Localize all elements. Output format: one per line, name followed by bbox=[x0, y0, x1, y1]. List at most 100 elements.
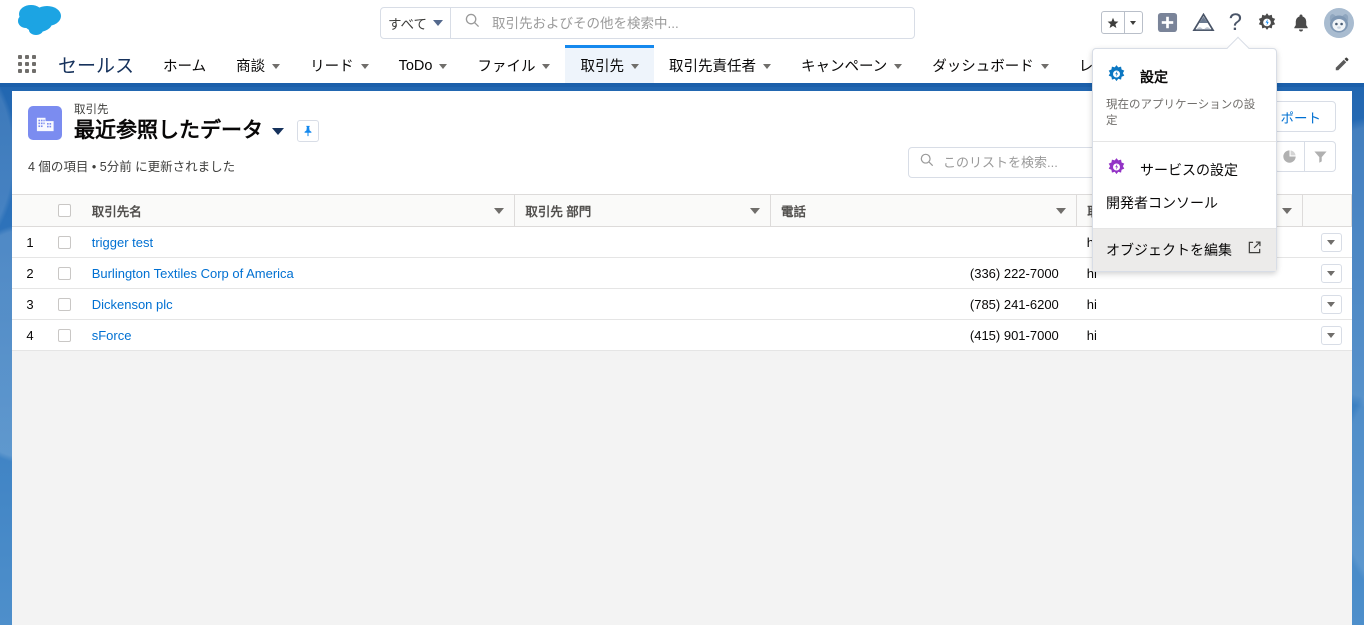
chevron-down-icon[interactable] bbox=[1056, 207, 1067, 214]
chevron-down-icon bbox=[1327, 270, 1335, 276]
row-checkbox[interactable] bbox=[57, 235, 71, 249]
nav-item-8[interactable]: ダッシュボード bbox=[917, 45, 1064, 83]
col-account-dept[interactable]: 取引先 部門 bbox=[514, 194, 771, 227]
menu-item-setup[interactable]: 設定 bbox=[1093, 59, 1276, 95]
search-scope-select[interactable]: すべて bbox=[381, 8, 451, 38]
search-input-wrap[interactable] bbox=[451, 8, 914, 38]
nav-item-3[interactable]: ToDo bbox=[384, 45, 463, 83]
object-label: 取引先 bbox=[74, 104, 109, 116]
pin-icon[interactable] bbox=[297, 120, 319, 142]
global-search[interactable]: すべて bbox=[380, 7, 915, 39]
chevron-down-icon[interactable] bbox=[1282, 207, 1293, 214]
cell-row-actions bbox=[1302, 257, 1352, 289]
waffle-grid-icon bbox=[18, 55, 36, 73]
menu-item-setup-sublabel: 現在のアプリケーションの設定 bbox=[1106, 99, 1256, 127]
select-all-checkbox[interactable] bbox=[57, 204, 71, 217]
plus-square-icon[interactable] bbox=[1157, 12, 1178, 33]
nav-item-4[interactable]: ファイル bbox=[462, 45, 565, 83]
chevron-down-icon[interactable] bbox=[894, 64, 903, 69]
pencil-icon[interactable] bbox=[1334, 45, 1350, 83]
col-phone[interactable]: 電話 bbox=[770, 194, 1078, 227]
app-name[interactable]: セールス bbox=[54, 45, 148, 83]
col-account-name-label: 取引先名 bbox=[91, 205, 142, 219]
star-icon[interactable] bbox=[1102, 12, 1125, 33]
cell-row-actions bbox=[1302, 319, 1352, 351]
mountain-icon[interactable] bbox=[1192, 12, 1215, 33]
col-rownum bbox=[12, 194, 48, 227]
gear-icon[interactable] bbox=[1256, 12, 1278, 34]
col-account-dept-label: 取引先 部門 bbox=[525, 205, 592, 219]
nav-item-label: キャンペーン bbox=[800, 59, 888, 75]
nav-item-1[interactable]: 商談 bbox=[221, 45, 295, 83]
menu-item-developer-console[interactable]: 開発者コンソール bbox=[1093, 188, 1276, 218]
row-actions-button[interactable] bbox=[1320, 263, 1342, 283]
cell-account-dept bbox=[514, 288, 771, 320]
account-name-link[interactable]: sForce bbox=[92, 328, 132, 343]
row-number: 2 bbox=[12, 257, 48, 289]
menu-section-primary: 設定 現在のアプリケーションの設定 bbox=[1093, 49, 1276, 141]
chevron-down-icon[interactable] bbox=[360, 64, 369, 69]
cell-row-actions bbox=[1302, 288, 1352, 320]
chart-pie-icon[interactable] bbox=[1274, 141, 1305, 172]
cell-phone: (785) 241-6200 bbox=[770, 288, 1077, 320]
chevron-down-icon[interactable] bbox=[542, 64, 551, 69]
cell-account-name: Dickenson plc bbox=[81, 288, 515, 320]
chevron-down-icon[interactable] bbox=[439, 64, 448, 69]
nav-item-label: ToDo bbox=[398, 57, 433, 74]
favorites-chevron-down-icon[interactable] bbox=[1125, 12, 1142, 33]
chevron-down-icon[interactable] bbox=[762, 64, 771, 69]
question-mark-icon[interactable]: ? bbox=[1229, 10, 1242, 35]
chevron-down-icon bbox=[433, 20, 443, 26]
chevron-down-icon[interactable] bbox=[494, 207, 505, 214]
menu-item-service-setup-label: サービスの設定 bbox=[1140, 162, 1238, 178]
account-name-link[interactable]: Burlington Textiles Corp of America bbox=[92, 266, 294, 281]
cell-row-actions bbox=[1302, 226, 1352, 258]
salesforce-cloud-logo[interactable] bbox=[16, 3, 66, 42]
col-account-name[interactable]: 取引先名 bbox=[81, 194, 516, 227]
chevron-down-icon[interactable] bbox=[272, 64, 281, 69]
cell-owner: hi bbox=[1076, 288, 1303, 320]
nav-item-5[interactable]: 取引先 bbox=[565, 45, 654, 83]
chevron-down-icon[interactable] bbox=[1040, 64, 1049, 69]
row-checkbox[interactable] bbox=[57, 297, 71, 311]
account-name-link[interactable]: trigger test bbox=[92, 235, 153, 250]
nav-item-7[interactable]: キャンペーン bbox=[786, 45, 917, 83]
table-row: 4 sForce (415) 901-7000 hi bbox=[12, 319, 1352, 351]
chevron-down-icon[interactable] bbox=[630, 64, 639, 69]
nav-item-0[interactable]: ホーム bbox=[148, 45, 221, 83]
page-title: 最近参照したデータ bbox=[74, 119, 263, 142]
row-select-cell bbox=[47, 319, 82, 351]
nav-item-6[interactable]: 取引先責任者 bbox=[654, 45, 786, 83]
gear-icon-purple bbox=[1106, 157, 1127, 183]
cell-phone: (336) 222-7000 bbox=[770, 257, 1077, 289]
menu-item-service-setup[interactable]: サービスの設定 bbox=[1093, 152, 1276, 188]
row-actions-button[interactable] bbox=[1320, 325, 1342, 345]
search-input[interactable] bbox=[492, 15, 914, 31]
cell-phone bbox=[770, 226, 1077, 258]
bell-icon[interactable] bbox=[1292, 13, 1310, 33]
search-icon bbox=[465, 13, 480, 33]
row-actions-button[interactable] bbox=[1320, 232, 1342, 252]
chevron-down-icon bbox=[1327, 239, 1335, 245]
cell-account-dept bbox=[514, 257, 771, 289]
menu-item-edit-object[interactable]: オブジェクトを編集 bbox=[1093, 228, 1276, 271]
avatar[interactable] bbox=[1324, 7, 1354, 38]
nav-item-2[interactable]: リード bbox=[295, 45, 384, 83]
logo-area bbox=[0, 0, 80, 45]
app-launcher-waffle-icon[interactable] bbox=[0, 45, 54, 83]
row-actions-button[interactable] bbox=[1320, 294, 1342, 314]
nav-item-label: ダッシュボード bbox=[932, 59, 1034, 75]
chevron-down-icon[interactable] bbox=[749, 207, 760, 214]
filter-icon[interactable] bbox=[1305, 141, 1336, 172]
menu-item-edit-object-label: オブジェクトを編集 bbox=[1106, 242, 1232, 258]
nav-item-label: ファイル bbox=[477, 59, 536, 75]
menu-section-secondary: サービスの設定 開発者コンソール bbox=[1093, 141, 1276, 228]
list-view-chevron-down-icon[interactable] bbox=[272, 127, 284, 135]
row-checkbox[interactable] bbox=[57, 328, 71, 342]
row-checkbox[interactable] bbox=[57, 266, 71, 280]
global-header: すべて 取引先およびその他を検索中... ? bbox=[0, 0, 1364, 45]
account-name-link[interactable]: Dickenson plc bbox=[92, 297, 173, 312]
row-select-cell bbox=[47, 288, 82, 320]
favorites-group[interactable] bbox=[1100, 11, 1143, 34]
chevron-down-icon bbox=[1327, 301, 1335, 307]
